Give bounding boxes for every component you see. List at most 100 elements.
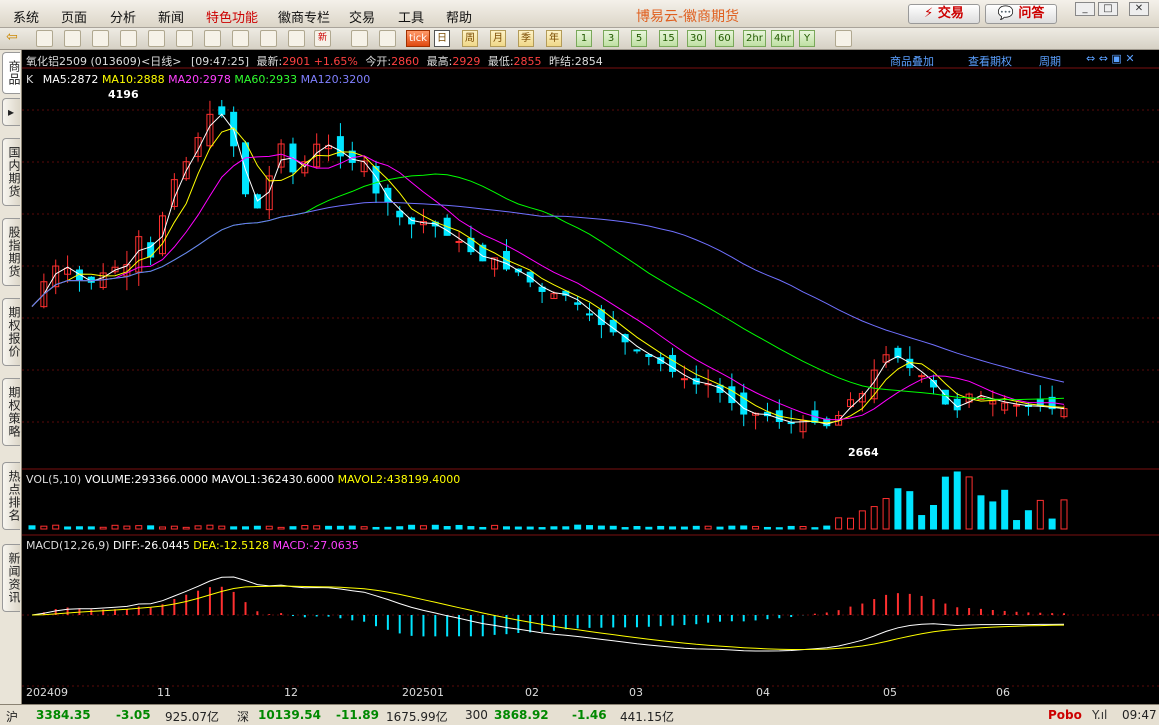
kline-chart[interactable]: 氧化铝2509 (013609)<日线> [09:47:25] 最新:2901 … xyxy=(22,50,1159,704)
indicator-icon[interactable] xyxy=(260,30,277,47)
volume-bar xyxy=(147,525,155,530)
new-icon[interactable]: 新 xyxy=(314,30,331,47)
tab-commodity[interactable]: 商品 xyxy=(2,52,21,94)
change-pct: +1.65% xyxy=(313,55,358,68)
zoom-out-icon[interactable] xyxy=(176,30,193,47)
tick-button[interactable]: tick xyxy=(406,30,430,47)
candle xyxy=(574,302,582,305)
tab-news[interactable]: 新闻资讯 xyxy=(2,544,21,612)
tab-option-quotes[interactable]: 期权报价 xyxy=(2,298,21,366)
period-4hr[interactable]: 4hr xyxy=(771,30,794,47)
sh-change: -3.05 xyxy=(116,708,151,722)
volume-bar xyxy=(597,525,605,530)
period-2hr[interactable]: 2hr xyxy=(743,30,766,47)
volume-bar xyxy=(811,527,819,530)
k-label: K xyxy=(26,73,34,86)
x-tick-label: 03 xyxy=(629,686,643,699)
period-quarter[interactable]: 季 xyxy=(518,30,534,47)
chart-canvas xyxy=(22,67,1159,687)
candle xyxy=(918,375,926,378)
chart-icon[interactable] xyxy=(92,30,109,47)
toolbar: ⇦ 新 tick 日 周 月 季 年 1 3 5 15 30 60 2hr 4h… xyxy=(0,28,1159,50)
candle xyxy=(787,422,795,425)
signal-icon: Y.ıl xyxy=(1092,708,1108,722)
menu-news[interactable]: 新闻 xyxy=(158,7,184,26)
period-5min[interactable]: 5 xyxy=(631,30,647,47)
table-icon[interactable] xyxy=(351,30,368,47)
period-30min[interactable]: 30 xyxy=(687,30,706,47)
volume-bar xyxy=(289,526,297,530)
maximize-icon[interactable]: □ xyxy=(1098,2,1118,16)
menu-features[interactable]: 特色功能 xyxy=(206,7,258,26)
settings-panel-icon[interactable] xyxy=(835,30,852,47)
period-15min[interactable]: 15 xyxy=(659,30,678,47)
period-month[interactable]: 月 xyxy=(490,30,506,47)
volume-bar xyxy=(930,504,938,530)
candle xyxy=(716,384,724,393)
close-icon[interactable]: ✕ xyxy=(1129,2,1149,16)
period-day[interactable]: 日 xyxy=(434,30,450,47)
volume-bar xyxy=(158,526,166,530)
window-icon[interactable] xyxy=(204,30,221,47)
volume-bar xyxy=(953,471,961,530)
favorite-icon[interactable] xyxy=(288,30,305,47)
macd-value: MACD:-27.0635 xyxy=(272,539,359,552)
panel-controls-icon[interactable]: ⇔ ⇔ ▣ ✕ xyxy=(1086,52,1135,65)
sh-index: 3384.35 xyxy=(36,708,91,722)
dea-value: DEA:-12.5128 xyxy=(193,539,270,552)
open-label: 今开: xyxy=(365,55,392,68)
period-year[interactable]: 年 xyxy=(546,30,562,47)
menu-system[interactable]: 系统 xyxy=(13,7,39,26)
period-3min[interactable]: 3 xyxy=(603,30,619,47)
menu-page[interactable]: 页面 xyxy=(61,7,87,26)
ma120-value: MA120:3200 xyxy=(300,73,371,86)
volume-bar xyxy=(906,491,914,530)
menu-trade[interactable]: 交易 xyxy=(349,7,375,26)
diff-value: DIFF:-26.0445 xyxy=(113,539,190,552)
trade-button[interactable]: ⚡ 交易 xyxy=(908,4,980,24)
volume-bar xyxy=(775,527,783,530)
menu-huishang-column[interactable]: 徽商专栏 xyxy=(278,7,330,26)
zoom-in-icon[interactable] xyxy=(148,30,165,47)
chart-grid xyxy=(22,67,1159,687)
menu-help[interactable]: 帮助 xyxy=(446,7,472,26)
period-custom[interactable]: Y xyxy=(799,30,815,47)
tab-domestic-futures[interactable]: 国内期货 xyxy=(2,138,21,206)
volume-bar xyxy=(846,517,854,530)
period-1min[interactable]: 1 xyxy=(576,30,592,47)
tab-option-strategy[interactable]: 期权策略 xyxy=(2,378,21,446)
volume-bar xyxy=(882,498,890,530)
ask-button[interactable]: 💬 问答 xyxy=(985,4,1057,24)
expand-arrow-icon[interactable]: ▸ xyxy=(2,98,20,126)
quote-list-icon[interactable] xyxy=(64,30,81,47)
lightning-icon: ⚡ xyxy=(924,6,934,21)
period-week[interactable]: 周 xyxy=(462,30,478,47)
volume-bar xyxy=(823,525,831,530)
trend-icon[interactable] xyxy=(379,30,396,47)
prev-settle: 2854 xyxy=(574,55,603,68)
link-period[interactable]: 周期 xyxy=(1039,53,1061,69)
volume-bar xyxy=(218,525,226,530)
tab-index-futures[interactable]: 股指期货 xyxy=(2,218,21,286)
sz-change: -11.89 xyxy=(336,708,379,722)
volume-bar xyxy=(277,526,285,530)
link-overlay[interactable]: 商品叠加 xyxy=(890,53,934,69)
back-arrow-icon[interactable]: ⇦ xyxy=(6,30,23,47)
tab-hot-ranking[interactable]: 热点排名 xyxy=(2,462,21,530)
period-60min[interactable]: 60 xyxy=(715,30,734,47)
volume-bar xyxy=(372,526,380,530)
minimize-icon[interactable]: _ xyxy=(1075,2,1095,16)
x-tick-label: 04 xyxy=(756,686,770,699)
menu-analysis[interactable]: 分析 xyxy=(110,7,136,26)
menu-tools[interactable]: 工具 xyxy=(398,7,424,26)
link-options[interactable]: 查看期权 xyxy=(968,53,1012,69)
refresh-icon[interactable] xyxy=(120,30,137,47)
volume-bar xyxy=(502,526,510,530)
draw-pen-icon[interactable] xyxy=(232,30,249,47)
volume-bar xyxy=(64,526,72,530)
volume-bar xyxy=(1036,499,1044,530)
home-icon[interactable] xyxy=(36,30,53,47)
candle xyxy=(633,349,641,352)
x-tick-label: 12 xyxy=(284,686,298,699)
ma10-line xyxy=(31,127,1065,424)
